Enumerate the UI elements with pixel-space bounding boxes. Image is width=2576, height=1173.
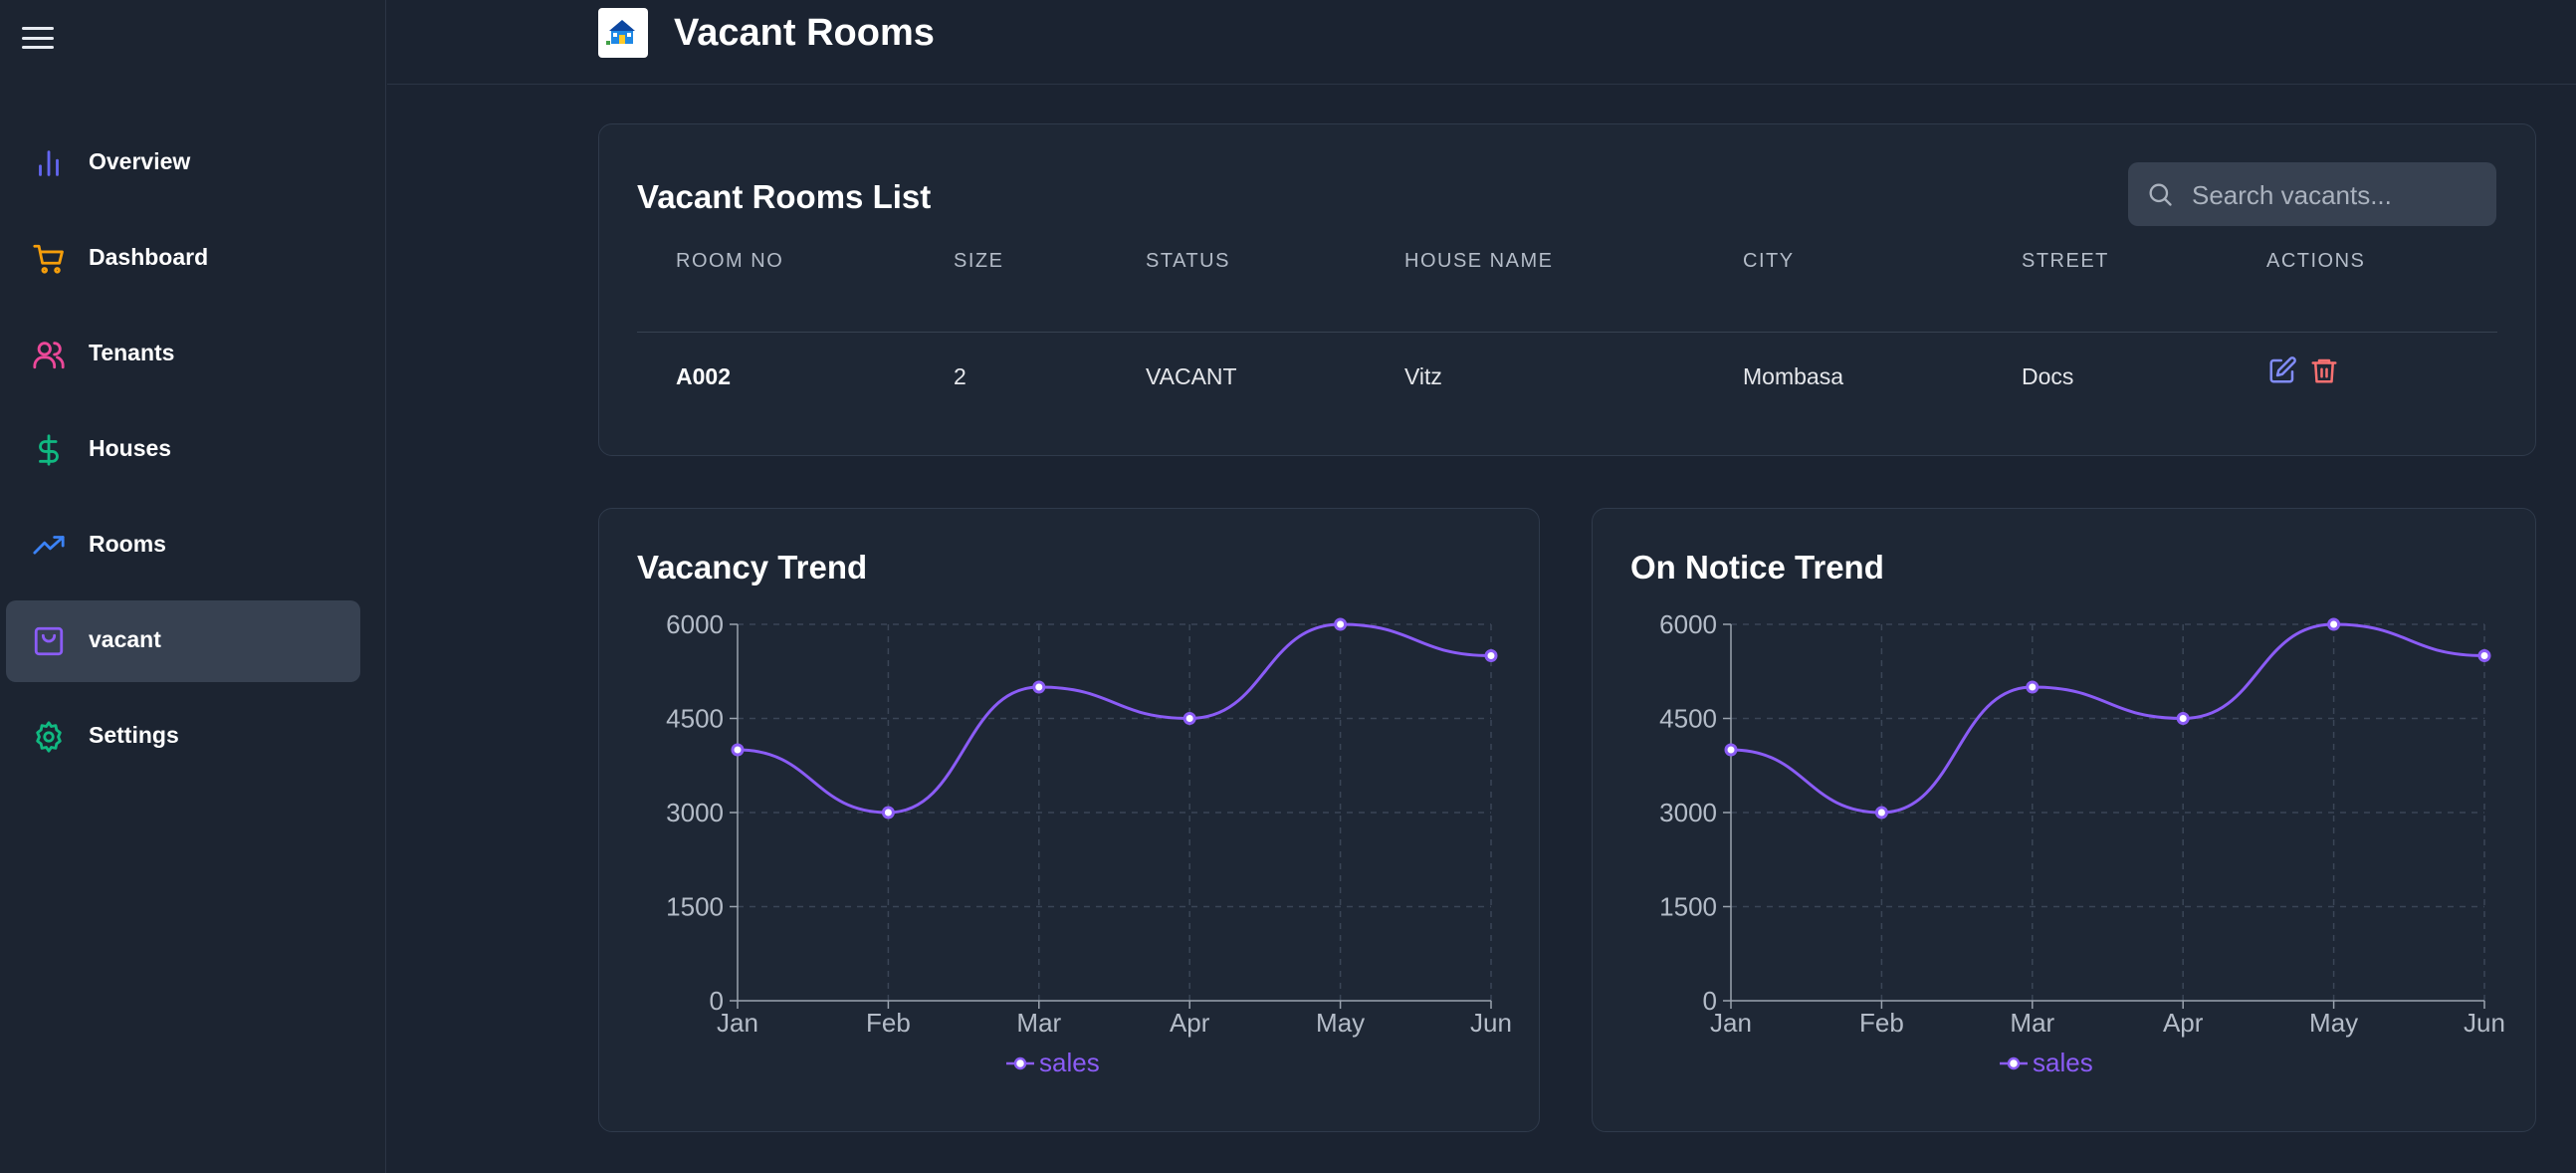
size-cell: 2	[954, 363, 966, 389]
sidebar-item-rooms[interactable]: Rooms	[6, 505, 360, 586]
y-tick-label: 6000	[666, 609, 724, 639]
search-box[interactable]	[2128, 162, 2496, 228]
data-point	[731, 743, 745, 757]
y-tick-label: 4500	[666, 704, 724, 734]
legend-marker	[1013, 1056, 1027, 1070]
sidebar-item-label: Tenants	[89, 340, 175, 365]
y-tick-label: 4500	[1659, 704, 1717, 734]
x-tick-label: Feb	[866, 1008, 911, 1038]
data-point	[1724, 743, 1738, 757]
room-no-cell: A002	[676, 363, 731, 389]
data-point	[1484, 649, 1498, 662]
search-input[interactable]	[2190, 162, 2482, 228]
menu-icon[interactable]	[22, 24, 54, 52]
data-point	[2026, 680, 2039, 694]
x-tick-label: May	[1316, 1008, 1365, 1038]
table-header	[637, 284, 2497, 333]
top-bar: Vacant Rooms	[387, 0, 2576, 85]
x-tick-label: Jun	[1470, 1008, 1512, 1038]
x-tick-label: Jan	[1710, 1008, 1752, 1038]
on-notice-trend-chart: 01500300045006000Jan Feb Mar Apr May Junsales	[1659, 609, 2505, 1077]
y-tick-label: 1500	[1659, 892, 1717, 922]
y-tick-label: 1500	[666, 892, 724, 922]
on-notice-trend-card: On Notice Trend 0 1500 3000 4500 6000 Jan Feb M…	[1592, 508, 2536, 1132]
column-header: STATUS	[1146, 250, 1230, 272]
sidebar-item-houses[interactable]: Houses	[6, 409, 360, 491]
house-logo-icon	[606, 20, 635, 45]
vacant-rooms-card: Vacant Rooms List ROOM NO SIZE STATUS HO…	[598, 123, 2536, 456]
trending-up-icon	[33, 536, 65, 555]
data-point	[881, 806, 895, 820]
y-tick-label: 3000	[666, 798, 724, 827]
vacancy-trend-card: Vacancy Trend 0 1500 3000 4500 6000 Jan Feb Mar…	[598, 508, 1540, 1132]
legend-label: sales	[1039, 1048, 1100, 1077]
column-header: STREET	[2022, 250, 2109, 272]
x-tick-label: Apr	[1170, 1008, 1210, 1038]
sidebar-item-label: Settings	[89, 722, 179, 748]
column-header: HOUSE NAME	[1404, 250, 1554, 272]
sidebar-item-settings[interactable]: Settings	[6, 696, 360, 778]
sidebar-item-label: Dashboard	[89, 244, 209, 270]
data-point	[1182, 712, 1196, 725]
delete-icon[interactable]	[2309, 355, 2339, 385]
dollar-icon	[39, 434, 59, 466]
x-tick-label: Jan	[717, 1008, 758, 1038]
sidebar-item-vacant[interactable]: vacant	[6, 600, 360, 682]
x-tick-label: Mar	[1016, 1008, 1061, 1038]
page-title: Vacant Rooms	[674, 12, 935, 54]
column-header: CITY	[1743, 250, 1795, 272]
sidebar-item-dashboard[interactable]: Dashboard	[6, 218, 360, 300]
x-tick-label: Mar	[2010, 1008, 2054, 1038]
data-point	[2327, 617, 2341, 631]
city-cell: Mombasa	[1743, 363, 1843, 389]
x-tick-label: Apr	[2163, 1008, 2204, 1038]
data-point	[1032, 680, 1046, 694]
edit-icon[interactable]	[2267, 355, 2297, 385]
x-tick-label: May	[2309, 1008, 2358, 1038]
sidebar-item-label: Overview	[89, 148, 191, 174]
app-logo	[598, 8, 648, 58]
house-name-cell: Vitz	[1404, 363, 1442, 389]
gear-icon	[36, 721, 62, 753]
sidebar-item-label: vacant	[89, 626, 161, 652]
card-title: Vacant Rooms List	[637, 178, 932, 215]
x-tick-label: Jun	[2464, 1008, 2505, 1038]
bar-chart-icon	[39, 150, 59, 176]
status-cell: VACANT	[1146, 363, 1237, 389]
search-icon	[2149, 183, 2172, 206]
sidebar-item-label: Rooms	[89, 531, 166, 557]
users-icon	[33, 342, 65, 369]
sidebar-item-overview[interactable]: Overview	[6, 122, 360, 204]
sidebar: Overview Dashboard Tenants Houses Rooms	[0, 0, 386, 1173]
cart-icon	[33, 244, 64, 274]
legend-label: sales	[2033, 1048, 2093, 1077]
data-point	[1874, 806, 1888, 820]
x-tick-label: Feb	[1859, 1008, 1904, 1038]
sidebar-item-tenants[interactable]: Tenants	[6, 314, 360, 395]
legend-marker	[2007, 1056, 2021, 1070]
main-content: Vacant Rooms Vacant Rooms List ROOM NO S…	[387, 0, 2576, 1173]
sidebar-item-label: Houses	[89, 435, 172, 461]
y-tick-label: 3000	[1659, 798, 1717, 827]
vacancy-trend-chart: 01500300045006000Jan Feb Mar Apr May Junsales	[666, 609, 1512, 1077]
column-header: ROOM NO	[676, 250, 784, 272]
shopping-bag-icon	[34, 626, 64, 656]
data-point	[2477, 649, 2491, 662]
street-cell: Docs	[2022, 363, 2074, 389]
data-point	[2176, 712, 2190, 725]
column-header: ACTIONS	[2266, 250, 2366, 272]
data-point	[1334, 617, 1348, 631]
column-header: SIZE	[954, 250, 1004, 272]
y-tick-label: 6000	[1659, 609, 1717, 639]
